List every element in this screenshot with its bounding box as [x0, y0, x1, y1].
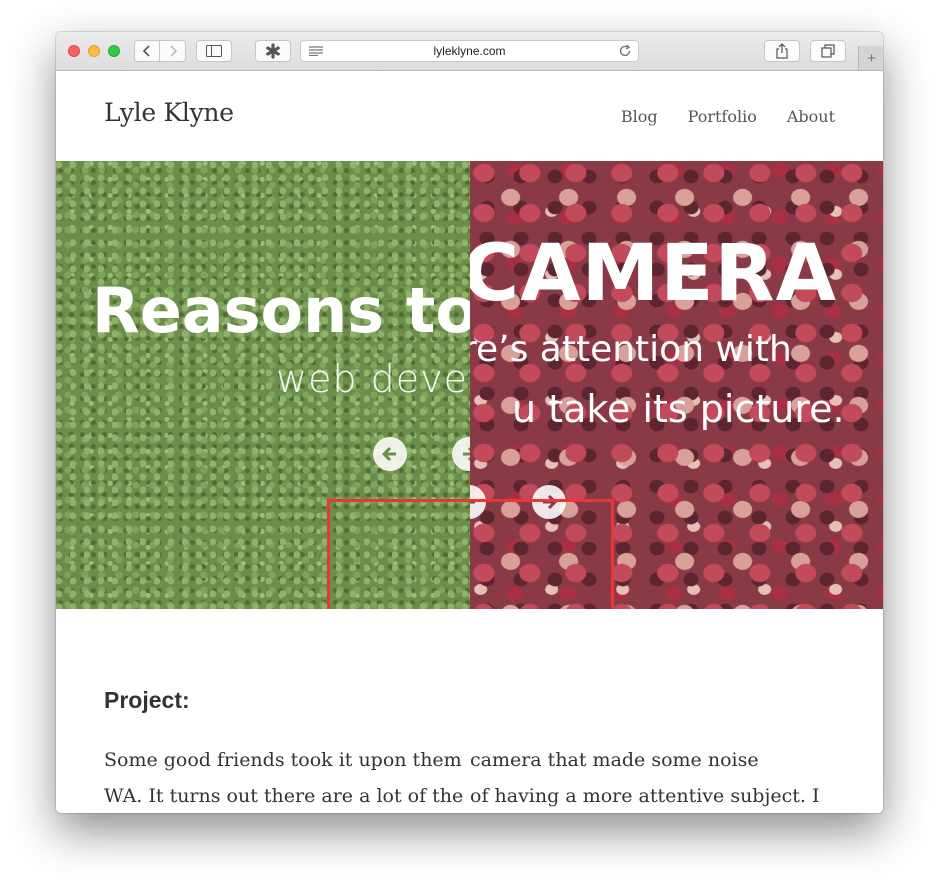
left-slide-prev-button[interactable] [373, 437, 407, 471]
url-text: lyleklyne.com [433, 44, 506, 58]
asterisk-icon [266, 43, 280, 59]
left-slide-title: Reasons to [92, 274, 470, 347]
arrow-right-icon [463, 447, 470, 461]
right-slide-line1: re’s attention with [470, 329, 792, 370]
paragraph-line-left: WA. It turns out there are a lot of the [104, 785, 464, 807]
hero-carousel: Reasons to web deve CAMERA re’s attentio… [56, 161, 883, 609]
back-button[interactable] [134, 40, 160, 62]
right-slide-title: CAMERA [470, 229, 837, 319]
chevron-right-icon [169, 45, 177, 57]
left-slide-subtitle: web deve [276, 357, 469, 401]
paragraph-line: Some good friends took it upon them came… [104, 749, 835, 785]
arrow-left-icon [381, 446, 396, 462]
left-slide-next-button[interactable] [452, 437, 470, 471]
site-title[interactable]: Lyle Klyne [104, 98, 234, 127]
address-bar[interactable]: lyleklyne.com [300, 40, 639, 62]
nav-blog-link[interactable]: Blog [621, 107, 658, 126]
zoom-window-button[interactable] [108, 45, 120, 57]
extension-button[interactable] [255, 40, 291, 62]
plus-icon: + [867, 49, 876, 67]
main-nav: Blog Portfolio About [621, 107, 835, 126]
project-heading: Project: [104, 687, 190, 713]
forward-button[interactable] [160, 40, 186, 62]
chevron-left-icon [142, 45, 150, 57]
sidebar-button[interactable] [196, 40, 232, 62]
tabs-overview-icon [821, 44, 835, 58]
paragraph-line-left: Some good friends took it upon them [104, 749, 462, 771]
project-content: Project: Some good friends took it upon … [104, 687, 835, 807]
tab-overview-button[interactable] [810, 40, 846, 62]
share-button[interactable] [764, 40, 800, 62]
right-slide-line2: u take its picture. [512, 387, 845, 431]
web-page: Lyle Klyne Blog Portfolio About Reasons … [56, 71, 883, 813]
browser-toolbar: lyleklyne.com + [56, 32, 883, 71]
browser-window: lyleklyne.com + Lyle Klyne Blog Portfoli… [56, 32, 883, 813]
paragraph-line: WA. It turns out there are a lot of the … [104, 785, 835, 813]
nav-portfolio-link[interactable]: Portfolio [688, 107, 757, 126]
paragraph-line-right: of having a more attentive subject. I [470, 785, 820, 807]
new-tab-button[interactable]: + [858, 46, 883, 70]
reload-icon[interactable] [618, 44, 632, 58]
paragraph-line-right: camera that made some noise [470, 749, 759, 771]
share-icon [776, 43, 788, 59]
sidebar-icon [206, 45, 222, 57]
nav-about-link[interactable]: About [787, 107, 835, 126]
close-window-button[interactable] [68, 45, 80, 57]
minimize-window-button[interactable] [88, 45, 100, 57]
highlight-box [327, 499, 614, 609]
